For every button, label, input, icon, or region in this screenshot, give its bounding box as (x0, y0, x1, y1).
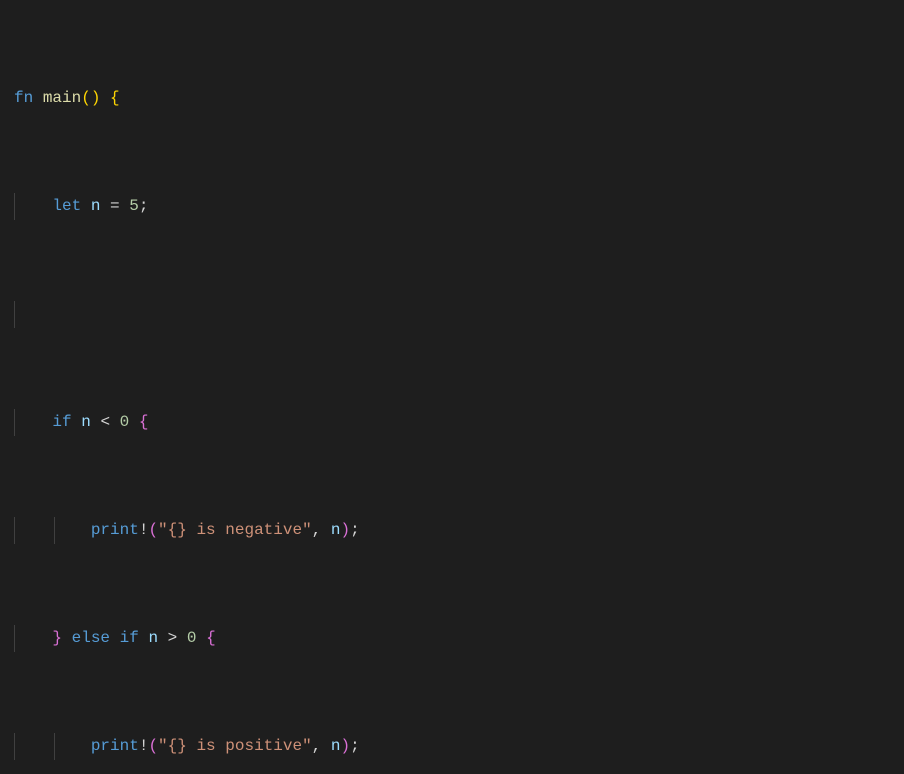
literal-number: 5 (129, 197, 139, 215)
variable-n: n (91, 197, 101, 215)
macro-bang: ! (139, 521, 149, 539)
code-line: let n = 5; (14, 193, 904, 220)
code-editor[interactable]: fn main() { let n = 5; if n < 0 { print!… (0, 0, 904, 774)
paren-open: ( (81, 89, 91, 107)
semicolon: ; (350, 521, 360, 539)
operator-assign: = (110, 197, 120, 215)
paren-close: ) (91, 89, 101, 107)
function-name: main (43, 89, 81, 107)
operator-gt: > (168, 629, 178, 647)
keyword-fn: fn (14, 89, 33, 107)
paren-close: ) (341, 737, 351, 755)
paren-open: ( (148, 737, 158, 755)
keyword-if: if (120, 629, 139, 647)
code-line: print!("{} is positive", n); (14, 733, 904, 760)
brace-open: { (206, 629, 216, 647)
macro-print: print (91, 737, 139, 755)
comma: , (312, 521, 322, 539)
operator-lt: < (100, 413, 110, 431)
variable-n: n (331, 521, 341, 539)
semicolon: ; (350, 737, 360, 755)
literal-number: 0 (187, 629, 197, 647)
brace-close: } (52, 629, 62, 647)
code-line: fn main() { (14, 85, 904, 112)
macro-print: print (91, 521, 139, 539)
string-literal: "{} is negative" (158, 521, 312, 539)
keyword-let: let (52, 197, 81, 215)
semicolon: ; (139, 197, 149, 215)
variable-n: n (331, 737, 341, 755)
comma: , (312, 737, 322, 755)
code-line: } else if n > 0 { (14, 625, 904, 652)
paren-open: ( (148, 521, 158, 539)
variable-n: n (81, 413, 91, 431)
code-line: if n < 0 { (14, 409, 904, 436)
brace-open: { (110, 89, 120, 107)
literal-number: 0 (120, 413, 130, 431)
code-line: print!("{} is negative", n); (14, 517, 904, 544)
variable-n: n (148, 629, 158, 647)
keyword-if: if (52, 413, 71, 431)
keyword-else: else (72, 629, 110, 647)
string-literal: "{} is positive" (158, 737, 312, 755)
code-line (14, 301, 904, 328)
macro-bang: ! (139, 737, 149, 755)
brace-open: { (139, 413, 149, 431)
paren-close: ) (341, 521, 351, 539)
